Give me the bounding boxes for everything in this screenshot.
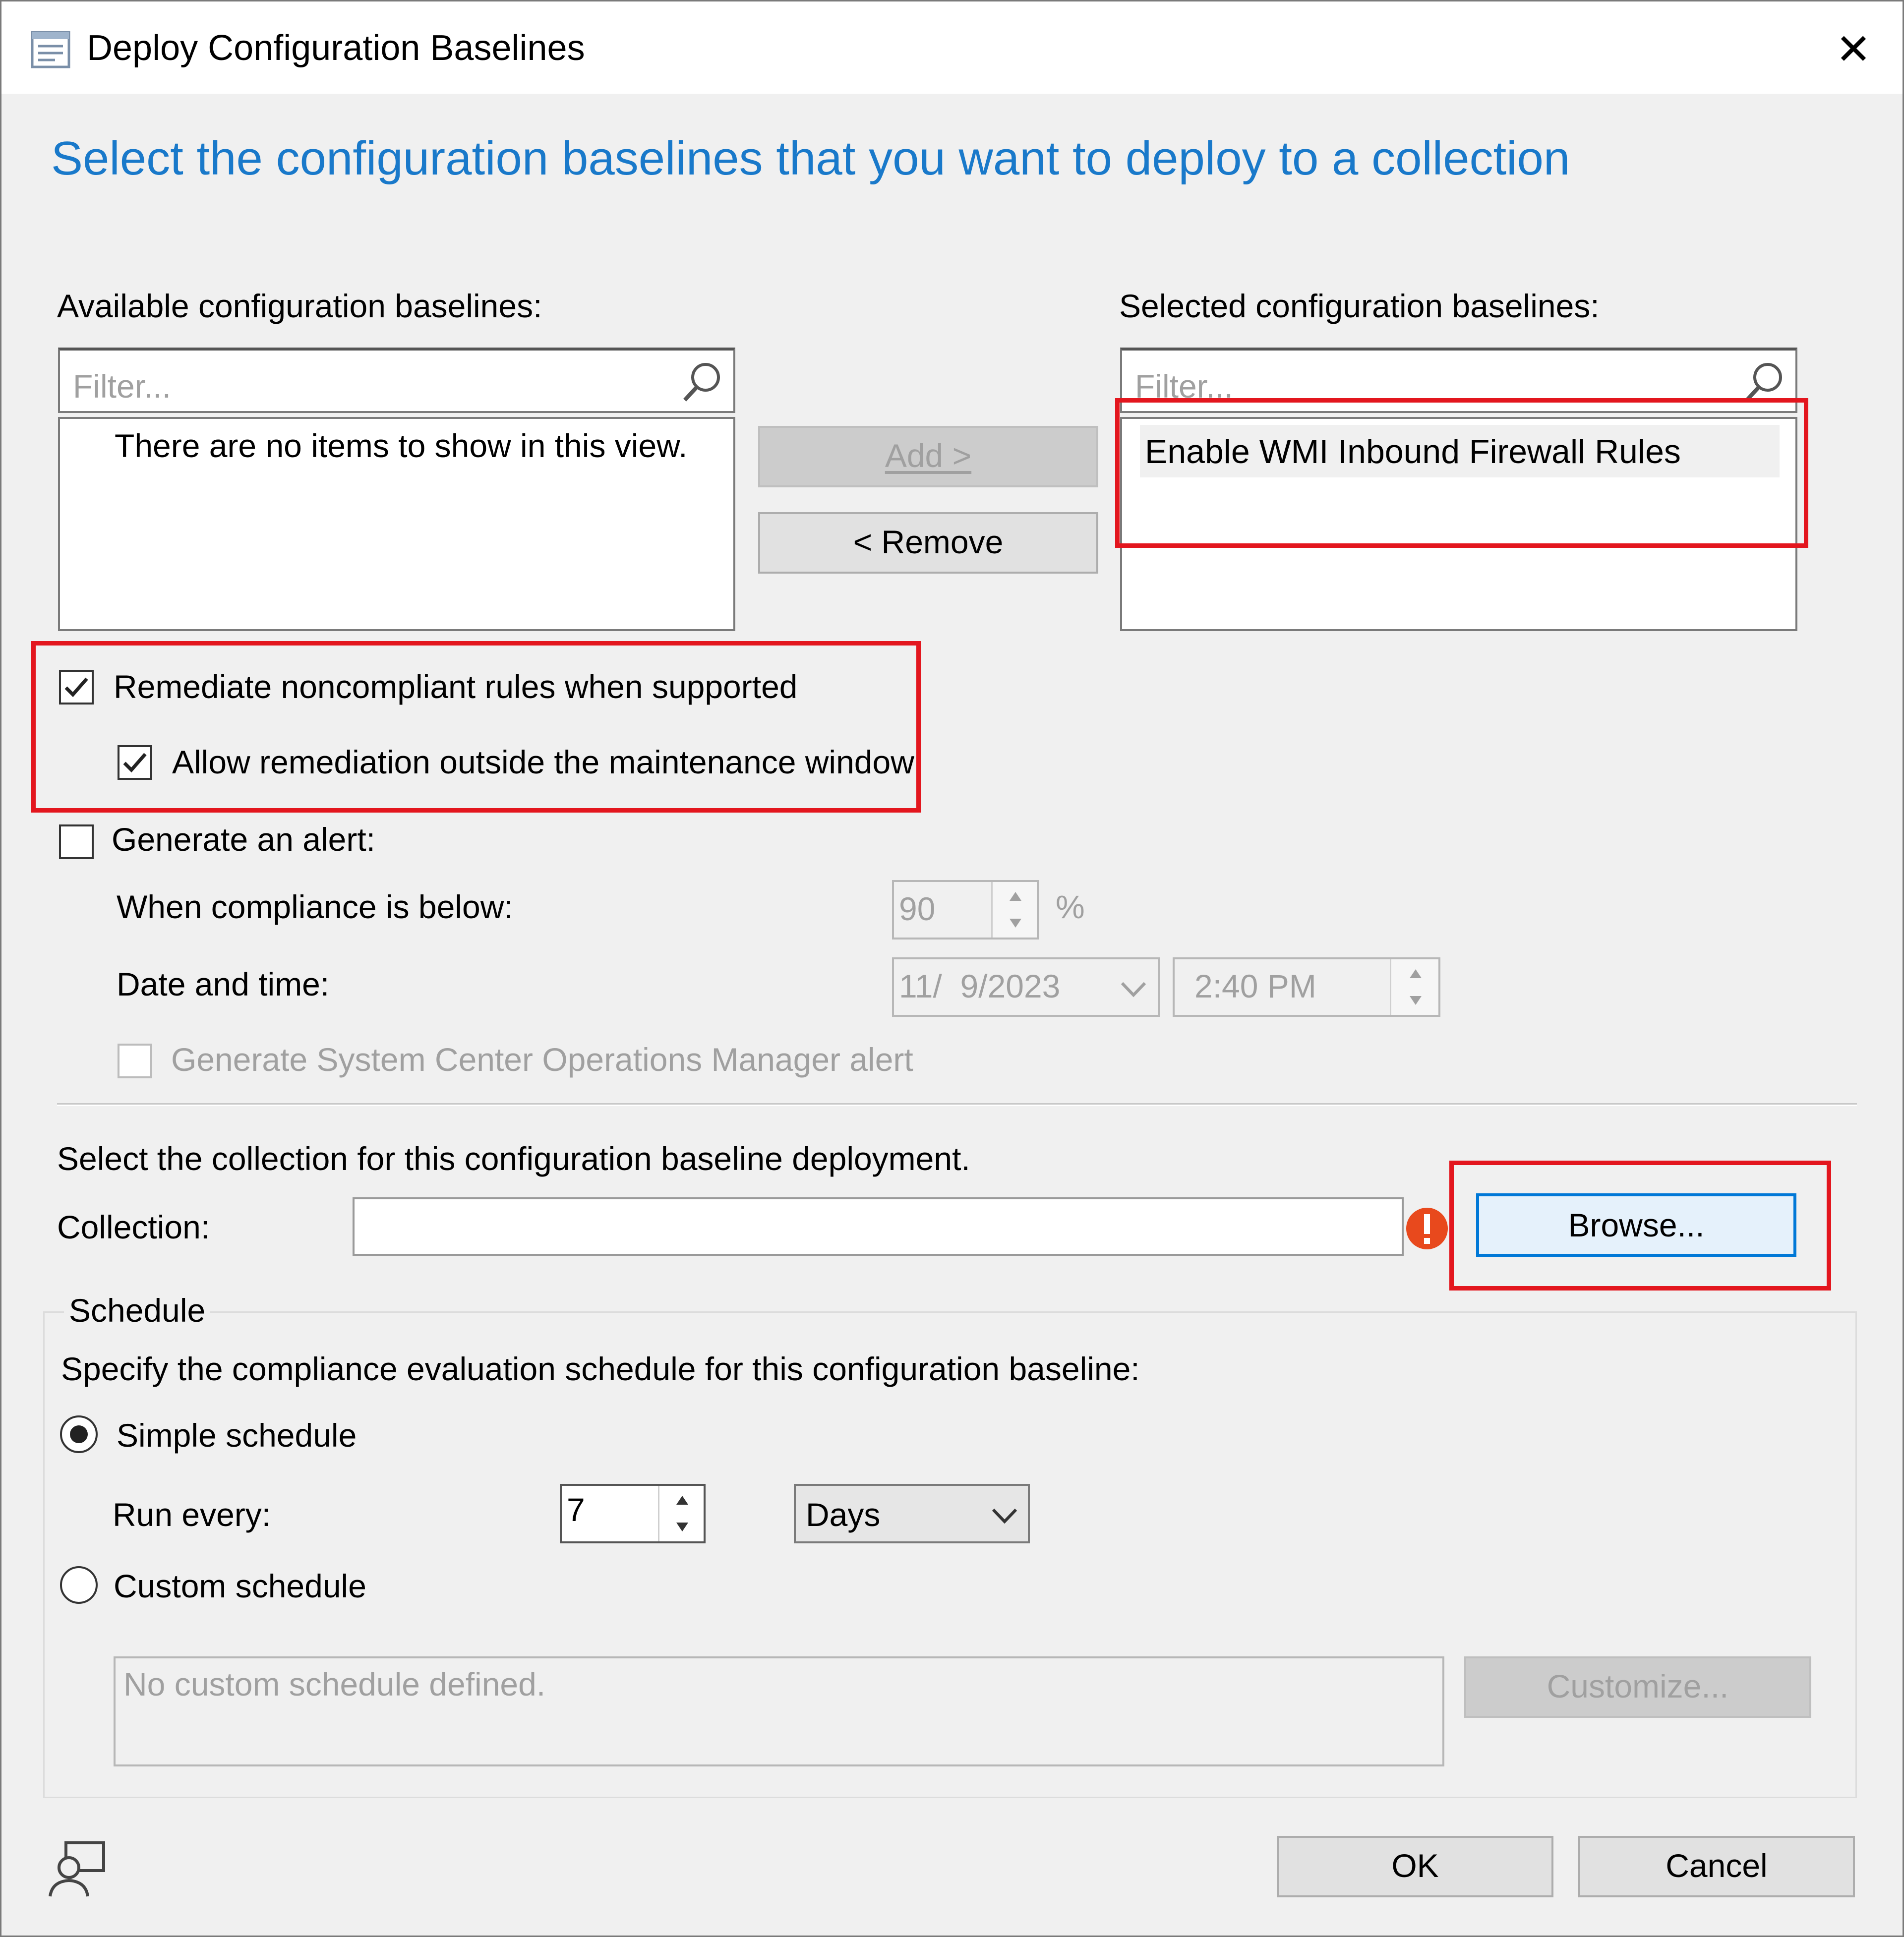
collection-instruction: Select the collection for this configura… [57,1140,970,1177]
run-every-label: Run every: [113,1496,271,1533]
section-divider [57,1103,1857,1106]
compliance-below-label: When compliance is below: [117,888,513,925]
ok-button[interactable]: OK [1277,1836,1553,1897]
error-icon [1405,1206,1449,1251]
run-every-input[interactable]: 7 [560,1484,706,1543]
remove-button-label: < Remove [853,524,1004,560]
collection-label: Collection: [57,1209,210,1245]
available-filter-placeholder: Filter... [73,368,172,405]
run-every-value: 7 [567,1491,585,1528]
simple-schedule-label: Simple schedule [117,1417,357,1454]
generate-alert-label: Generate an alert: [112,821,375,858]
add-button-label: Add > [885,437,972,474]
generate-alert-checkbox[interactable] [59,824,94,859]
run-every-unit-select[interactable]: Days [794,1484,1030,1543]
alert-date-value: 11/ 9/2023 [899,968,1061,1004]
close-icon[interactable]: ✕ [1831,27,1876,72]
available-baselines-label: Available configuration baselines: [57,288,542,324]
schedule-group-title: Schedule [64,1292,211,1328]
chevron-down-icon[interactable] [987,1498,1022,1532]
customize-button[interactable]: Customize... [1464,1656,1811,1718]
cancel-button[interactable]: Cancel [1578,1836,1855,1897]
cancel-button-label: Cancel [1666,1847,1768,1884]
custom-schedule-label: Custom schedule [114,1568,366,1604]
run-every-unit-value: Days [806,1496,881,1533]
available-empty-text: There are no items to show in this view. [115,427,688,464]
available-baselines-list[interactable]: There are no items to show in this view. [58,417,735,631]
add-button[interactable]: Add > [758,426,1098,487]
deploy-configuration-baselines-dialog: Deploy Configuration Baselines ✕ Select … [0,0,1904,1937]
simple-schedule-radio[interactable] [60,1415,98,1453]
compliance-threshold-value: 90 [899,890,936,927]
ok-button-label: OK [1391,1847,1439,1884]
title-bar: Deploy Configuration Baselines ✕ [1,1,1903,94]
alert-time-picker[interactable]: 2:40 PM [1173,957,1440,1017]
custom-schedule-radio[interactable] [60,1566,98,1604]
scom-alert-checkbox[interactable] [118,1044,152,1078]
date-time-label: Date and time: [117,966,330,1002]
run-every-spinner[interactable] [658,1486,704,1541]
collection-input[interactable] [353,1197,1404,1256]
customize-button-label: Customize... [1547,1668,1729,1704]
percent-symbol: % [1056,888,1085,925]
highlight-browse-button [1449,1161,1831,1291]
user-feedback-icon[interactable] [44,1836,109,1900]
remove-button[interactable]: < Remove [758,512,1098,574]
alert-date-picker[interactable]: 11/ 9/2023 [892,957,1160,1017]
scom-alert-label: Generate System Center Operations Manage… [171,1041,913,1078]
search-icon[interactable] [1741,359,1785,404]
search-icon[interactable] [679,359,723,404]
page-heading: Select the configuration baselines that … [51,132,1570,185]
compliance-threshold-input[interactable]: 90 [892,880,1039,939]
available-filter-input[interactable]: Filter... [58,348,735,413]
selected-baselines-label: Selected configuration baselines: [1119,288,1600,324]
highlight-selected-item [1115,398,1808,548]
custom-schedule-display: No custom schedule defined. [114,1656,1444,1766]
alert-time-value: 2:40 PM [1194,968,1316,1004]
chevron-down-icon[interactable] [1116,971,1151,1006]
schedule-instruction: Specify the compliance evaluation schedu… [61,1350,1140,1387]
compliance-spinner[interactable] [991,882,1037,938]
highlight-remediation-options [31,641,921,813]
custom-schedule-text: No custom schedule defined. [123,1666,546,1702]
dialog-app-icon [30,30,71,69]
window-title: Deploy Configuration Baselines [87,28,585,68]
time-spinner[interactable] [1390,959,1438,1015]
radio-dot-icon [70,1425,88,1443]
